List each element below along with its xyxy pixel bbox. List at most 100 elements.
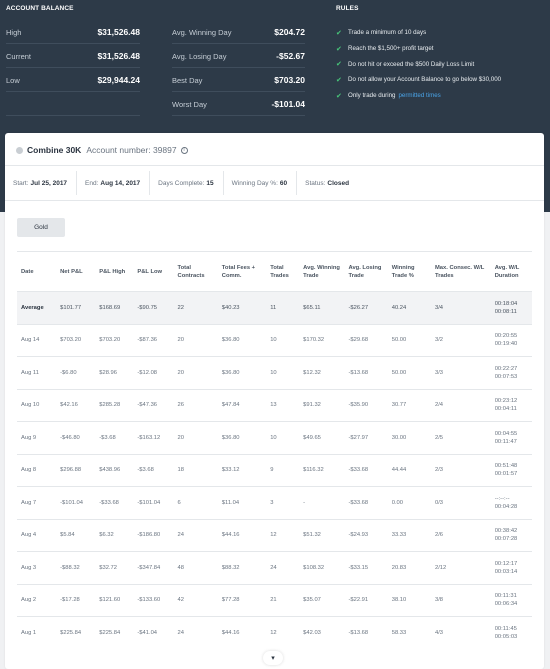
permitted-times-link[interactable]: permitted times: [398, 92, 440, 99]
table-cell: -$46.80: [56, 421, 96, 454]
table-cell: 00:11:45 00:05:03: [490, 616, 532, 649]
table-cell: 3: [266, 486, 300, 519]
check-icon: ✔: [336, 61, 342, 69]
table-cell: $36.80: [217, 421, 267, 454]
table-cell: -$186.80: [133, 518, 174, 552]
end-date: End: Aug 14, 2017: [77, 171, 151, 195]
table-cell: -$33.15: [344, 551, 388, 584]
table-cell: Aug 1: [17, 616, 57, 649]
table-cell: 2/6: [430, 518, 491, 552]
table-row: Aug 11 -$6.80 $28.96 -$12.08 20 $36.80 10 $12.3…: [17, 356, 532, 389]
table-cell: 10: [266, 323, 300, 357]
column-header: Total Fees + Comm.: [217, 251, 267, 292]
table-cell: 50.00: [387, 323, 431, 357]
table-cell: $36.80: [217, 323, 267, 357]
account-number: Account number: 39897: [86, 145, 177, 155]
table-cell: Average: [17, 291, 57, 324]
table-cell: Aug 10: [17, 388, 57, 422]
table-cell: 33.33: [387, 518, 431, 552]
table-cell: $44.16: [217, 518, 267, 552]
table-cell: -$133.60: [133, 583, 174, 617]
table-cell: 26: [173, 388, 218, 422]
meta-value: Aug 14, 2017: [100, 179, 141, 187]
table-cell: $51.32: [299, 518, 345, 552]
table-cell: 6: [173, 486, 218, 519]
table-cell: -: [299, 486, 345, 519]
check-icon: ✔: [336, 45, 342, 53]
table-cell: $44.16: [217, 616, 267, 649]
chevron-down-icon[interactable]: ▾: [263, 651, 283, 665]
daily-stats-table: Date Net P&L P&L High P&L Low Total Contract…: [17, 251, 532, 649]
table-cell: 30.00: [387, 421, 431, 454]
table-cell: -$347.84: [133, 551, 174, 584]
rule-text: Reach the $1,500+ profit target: [348, 45, 434, 53]
rule-item: ✔ Trade a minimum of 10 days: [336, 25, 546, 41]
table-cell: 3/3: [430, 356, 491, 389]
table-cell: $6.32: [95, 518, 134, 552]
meta-label: Winning Day %:: [231, 179, 278, 187]
table-cell: Aug 3: [17, 551, 57, 584]
table-cell: $703.20: [56, 323, 96, 357]
balance-value: -$101.04: [271, 99, 305, 109]
meta-value: Closed: [327, 179, 350, 187]
balance-high-row: High $31,526.48: [6, 21, 140, 44]
table-cell: Aug 14: [17, 323, 57, 357]
table-cell: $42.03: [299, 616, 345, 649]
table-cell: Aug 9: [17, 421, 57, 454]
table-cell: $5.84: [56, 518, 96, 552]
rules-list: ✔ Trade a minimum of 10 days ✔ Reach the $…: [336, 25, 546, 103]
column-header: Avg. Winning Trade: [299, 251, 345, 292]
table-cell: $296.88: [56, 453, 96, 487]
table-cell: 3/4: [430, 291, 491, 324]
balance-current-row: Current $31,526.48: [6, 45, 140, 68]
winning-day-pct: Winning Day %: 60: [224, 171, 298, 195]
table-cell: -$33.68: [344, 453, 388, 487]
table-cell: -$13.68: [344, 356, 388, 389]
column-header: Date: [17, 251, 57, 292]
meta-value: 60: [279, 179, 288, 187]
combine-card: Combine 30K Account number: 39897 i Star…: [5, 133, 544, 669]
table-cell: 48: [173, 551, 218, 584]
table-cell: $42.16: [56, 388, 96, 422]
balance-value: -$52.67: [276, 51, 305, 61]
table-cell: -$12.08: [133, 356, 174, 389]
table-cell: 21: [266, 583, 300, 617]
rule-item: ✔ Reach the $1,500+ profit target: [336, 41, 546, 57]
rules-title: RULES: [336, 5, 359, 12]
table-cell: $285.28: [95, 388, 134, 422]
table-cell: -$26.27: [344, 291, 388, 324]
table-cell: $12.32: [299, 356, 345, 389]
table-cell: -$87.36: [133, 323, 174, 357]
meta-label: Start:: [13, 179, 29, 187]
table-cell: 0/3: [430, 486, 491, 519]
table-cell: -$29.68: [344, 323, 388, 357]
meta-label: End:: [85, 179, 99, 187]
table-cell: 00:23:12 00:04:11: [490, 388, 532, 422]
table-cell: $77.28: [217, 583, 267, 617]
meta-label: Status:: [305, 179, 326, 187]
status: Status: Closed: [297, 171, 358, 195]
start-date: Start: Jul 25, 2017: [5, 171, 78, 195]
table-cell: 20.83: [387, 551, 431, 584]
table-cell: 00:38:42 00:07:28: [490, 518, 532, 552]
table-cell: -$33.68: [95, 486, 134, 519]
balance-label: Low: [6, 75, 20, 85]
meta-value: Jul 25, 2017: [30, 179, 68, 187]
table-cell: -$41.04: [133, 616, 174, 649]
table-cell: $36.80: [217, 356, 267, 389]
table-cell: 00:04:55 00:11:47: [490, 421, 532, 454]
info-icon[interactable]: i: [180, 146, 188, 154]
table-cell: 3/2: [430, 323, 491, 357]
table-cell: $108.32: [299, 551, 345, 584]
table-cell: $65.11: [299, 291, 345, 324]
table-cell: 11: [266, 291, 300, 324]
table-header-row: Date Net P&L P&L High P&L Low Total Contract…: [17, 251, 532, 292]
table-cell: 22: [173, 291, 218, 324]
balance-label: Avg. Losing Day: [172, 51, 227, 61]
gold-button[interactable]: Gold: [17, 218, 65, 237]
table-cell: 20: [173, 421, 218, 454]
table-cell: -$22.91: [344, 583, 388, 617]
meta-label: Days Complete:: [158, 179, 205, 187]
table-row: Aug 3 -$88.32 $32.72 -$347.84 48 $88.32 24 $108…: [17, 551, 532, 584]
table-cell: Aug 2: [17, 583, 57, 617]
